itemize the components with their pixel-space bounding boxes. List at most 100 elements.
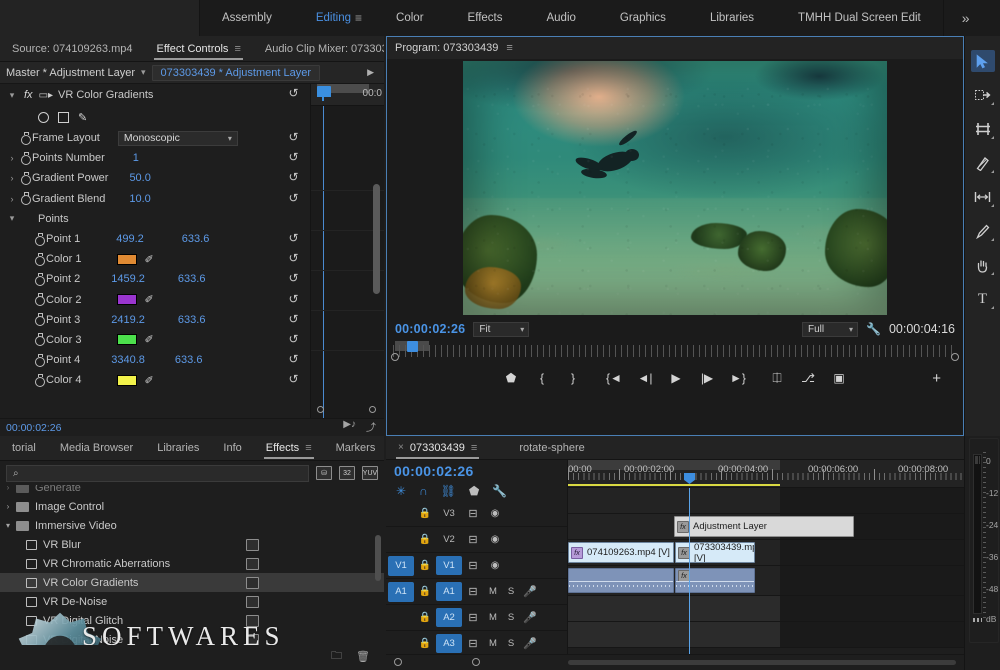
effect-controls-timecode[interactable]: 00:00:02:26 bbox=[0, 422, 61, 434]
zoom-level-dropdown[interactable]: Fit ▾ bbox=[473, 321, 530, 337]
stopwatch-icon-color-4[interactable] bbox=[32, 373, 46, 387]
timeline-ruler[interactable]: 00:00 00:00:02:00 00:00:04:00 00:00:06:0… bbox=[568, 460, 964, 488]
tree-item-immersive-video[interactable]: ▾ Immersive Video bbox=[0, 516, 384, 535]
param-group-points[interactable]: ▾ Points bbox=[0, 209, 310, 229]
disclosure-icon[interactable]: › bbox=[0, 485, 16, 492]
reset-frame-layout-icon[interactable]: ↺ bbox=[287, 131, 300, 144]
program-monitor-video[interactable] bbox=[463, 61, 887, 315]
lock-icon-v2[interactable]: 🔒 bbox=[414, 534, 436, 545]
reset-gradient-power-icon[interactable]: ↺ bbox=[287, 171, 300, 184]
solo-button-a1[interactable]: S bbox=[502, 586, 520, 597]
program-monitor-scrubber[interactable] bbox=[387, 341, 963, 363]
stopwatch-icon-gradient-blend[interactable] bbox=[18, 192, 32, 206]
search-input[interactable]: ⌕ bbox=[6, 464, 309, 482]
stopwatch-icon-frame-layout[interactable] bbox=[18, 131, 32, 145]
stopwatch-icon-point-4[interactable] bbox=[32, 353, 46, 367]
pen-mask-icon[interactable]: ✎ bbox=[78, 111, 87, 124]
track-row-a2[interactable] bbox=[568, 596, 964, 622]
program-playhead-icon[interactable] bbox=[407, 341, 418, 352]
tab-info[interactable]: Info bbox=[211, 435, 253, 461]
insert-overwrite-icon[interactable]: ✳ bbox=[396, 484, 406, 498]
tree-item-vr-digital-noise[interactable]: VR Digital Noise bbox=[0, 630, 384, 645]
reset-gradient-blend-icon[interactable]: ↺ bbox=[287, 191, 300, 205]
param-value-points-number[interactable]: 1 bbox=[133, 152, 139, 164]
stopwatch-icon-color-2[interactable] bbox=[32, 293, 46, 307]
param-value-point-1-y[interactable]: 633.6 bbox=[182, 233, 210, 245]
eyedropper-icon-2[interactable]: ✐ bbox=[144, 293, 153, 306]
dropdown-frame-layout[interactable]: Monoscopic ▾ bbox=[117, 130, 238, 146]
type-tool[interactable]: T bbox=[971, 288, 995, 310]
sync-lock-icon-v1[interactable]: ⊟ bbox=[462, 559, 484, 572]
workspace-tab-graphics[interactable]: Graphics bbox=[598, 0, 688, 36]
effect-header-vr-color-gradients[interactable]: ▾ fx ▭▸ VR Color Gradients ↺ bbox=[0, 84, 310, 106]
snap-magnet-icon[interactable]: ∩ bbox=[419, 484, 428, 498]
expand-gradient-blend-icon[interactable]: › bbox=[6, 194, 18, 204]
track-row-v1[interactable]: fx 074109263.mp4 [V] fx 073303439.mp4 [V… bbox=[568, 540, 964, 566]
tab-media-browser[interactable]: Media Browser bbox=[48, 435, 145, 461]
param-value-point-2-y[interactable]: 633.6 bbox=[178, 273, 206, 285]
param-value-gradient-power[interactable]: 50.0 bbox=[129, 172, 150, 184]
workspace-tab-libraries[interactable]: Libraries bbox=[688, 0, 776, 36]
timeline-zoom-handle-left[interactable] bbox=[394, 658, 402, 666]
color-swatch-3[interactable] bbox=[117, 334, 138, 346]
stopwatch-icon-points-number[interactable] bbox=[18, 151, 32, 165]
color-swatch-2[interactable] bbox=[117, 294, 138, 306]
eyedropper-icon-3[interactable]: ✐ bbox=[144, 333, 153, 346]
zoom-handle-right[interactable] bbox=[369, 406, 376, 413]
eye-icon-v3[interactable]: ◉ bbox=[484, 508, 506, 519]
track-row-a1[interactable]: fx bbox=[568, 566, 964, 596]
mic-icon-a1[interactable]: 🎤 bbox=[520, 585, 540, 598]
disclosure-icon[interactable]: › bbox=[0, 502, 16, 511]
play-stop-button[interactable]: ▶ bbox=[668, 370, 684, 386]
hand-tool[interactable] bbox=[971, 254, 995, 276]
tab-effects-menu-icon[interactable]: ≡ bbox=[305, 442, 311, 454]
lift-button[interactable]: ⎅ bbox=[769, 370, 785, 386]
sync-lock-icon-a2[interactable]: ⊟ bbox=[462, 611, 484, 624]
tab-audio-clip-mixer[interactable]: Audio Clip Mixer: 073303439 bbox=[253, 36, 384, 61]
track-target-a3[interactable] bbox=[388, 634, 414, 654]
tree-item-image-control[interactable]: › Image Control bbox=[0, 497, 384, 516]
sync-lock-icon-a3[interactable]: ⊟ bbox=[462, 637, 484, 650]
lock-icon-a1[interactable]: 🔒 bbox=[414, 586, 436, 597]
timeline-tab-rotate-sphere[interactable]: rotate-sphere bbox=[507, 435, 596, 461]
color-swatch-1[interactable] bbox=[117, 253, 138, 265]
tree-item-vr-color-gradients[interactable]: VR Color Gradients bbox=[0, 573, 384, 592]
clip-adjustment-layer[interactable]: fx Adjustment Layer bbox=[674, 516, 854, 537]
effects-tree-scrollbar[interactable] bbox=[375, 535, 381, 581]
playback-resolution-dropdown[interactable]: Full ▾ bbox=[802, 321, 858, 337]
sync-lock-icon-v3[interactable]: ⊟ bbox=[462, 507, 484, 520]
tree-item-vr-chromatic-aberrations[interactable]: VR Chromatic Aberrations bbox=[0, 554, 384, 573]
selected-clip-label[interactable]: 073303439 * Adjustment Layer bbox=[151, 64, 320, 81]
track-target-v1[interactable]: V1 bbox=[388, 555, 414, 576]
stopwatch-icon-point-2[interactable] bbox=[32, 272, 46, 286]
add-marker-icon[interactable]: ⬟ bbox=[469, 484, 479, 498]
lock-icon-a2[interactable]: 🔒 bbox=[414, 612, 436, 623]
close-icon[interactable]: × bbox=[398, 442, 404, 453]
mic-icon-a2[interactable]: 🎤 bbox=[520, 611, 540, 624]
tab-effects[interactable]: Effects ≡ bbox=[254, 435, 324, 461]
reset-point-4-icon[interactable]: ↺ bbox=[287, 353, 300, 366]
track-select-forward-tool[interactable] bbox=[971, 84, 995, 106]
disclosure-icon[interactable]: ▾ bbox=[0, 521, 16, 530]
param-value-point-2-x[interactable]: 1459.2 bbox=[111, 273, 145, 285]
tab-libraries[interactable]: Libraries bbox=[145, 435, 211, 461]
reset-color-4-icon[interactable]: ↺ bbox=[287, 373, 300, 386]
program-zoom-handle-right[interactable] bbox=[951, 353, 959, 361]
reset-color-2-icon[interactable]: ↺ bbox=[287, 292, 300, 306]
program-current-timecode[interactable]: 00:00:02:26 bbox=[395, 322, 465, 336]
tree-item-vr-digital-glitch[interactable]: VR Digital Glitch bbox=[0, 611, 384, 630]
lock-icon-v3[interactable]: 🔒 bbox=[414, 508, 436, 519]
track-row-v2[interactable]: fx Adjustment Layer bbox=[568, 514, 964, 540]
tab-source-monitor[interactable]: Source: 074109263.mp4 bbox=[0, 36, 144, 61]
stopwatch-icon-point-1[interactable] bbox=[32, 232, 46, 246]
tree-item-vr-blur[interactable]: VR Blur bbox=[0, 535, 384, 554]
timeline-track-area[interactable]: 00:00 00:00:02:00 00:00:04:00 00:00:06:0… bbox=[568, 460, 964, 670]
ripple-edit-tool[interactable] bbox=[971, 118, 995, 140]
track-name-a2[interactable]: A2 bbox=[436, 608, 462, 627]
slip-tool[interactable] bbox=[971, 186, 995, 208]
yuv-effects-filter-icon[interactable]: YUV bbox=[362, 466, 378, 480]
reset-point-3-icon[interactable]: ↺ bbox=[287, 312, 300, 326]
export-frame-button[interactable]: ▣ bbox=[831, 370, 847, 386]
workspace-tab-audio[interactable]: Audio bbox=[524, 0, 597, 36]
param-value-point-4-y[interactable]: 633.6 bbox=[175, 354, 203, 366]
